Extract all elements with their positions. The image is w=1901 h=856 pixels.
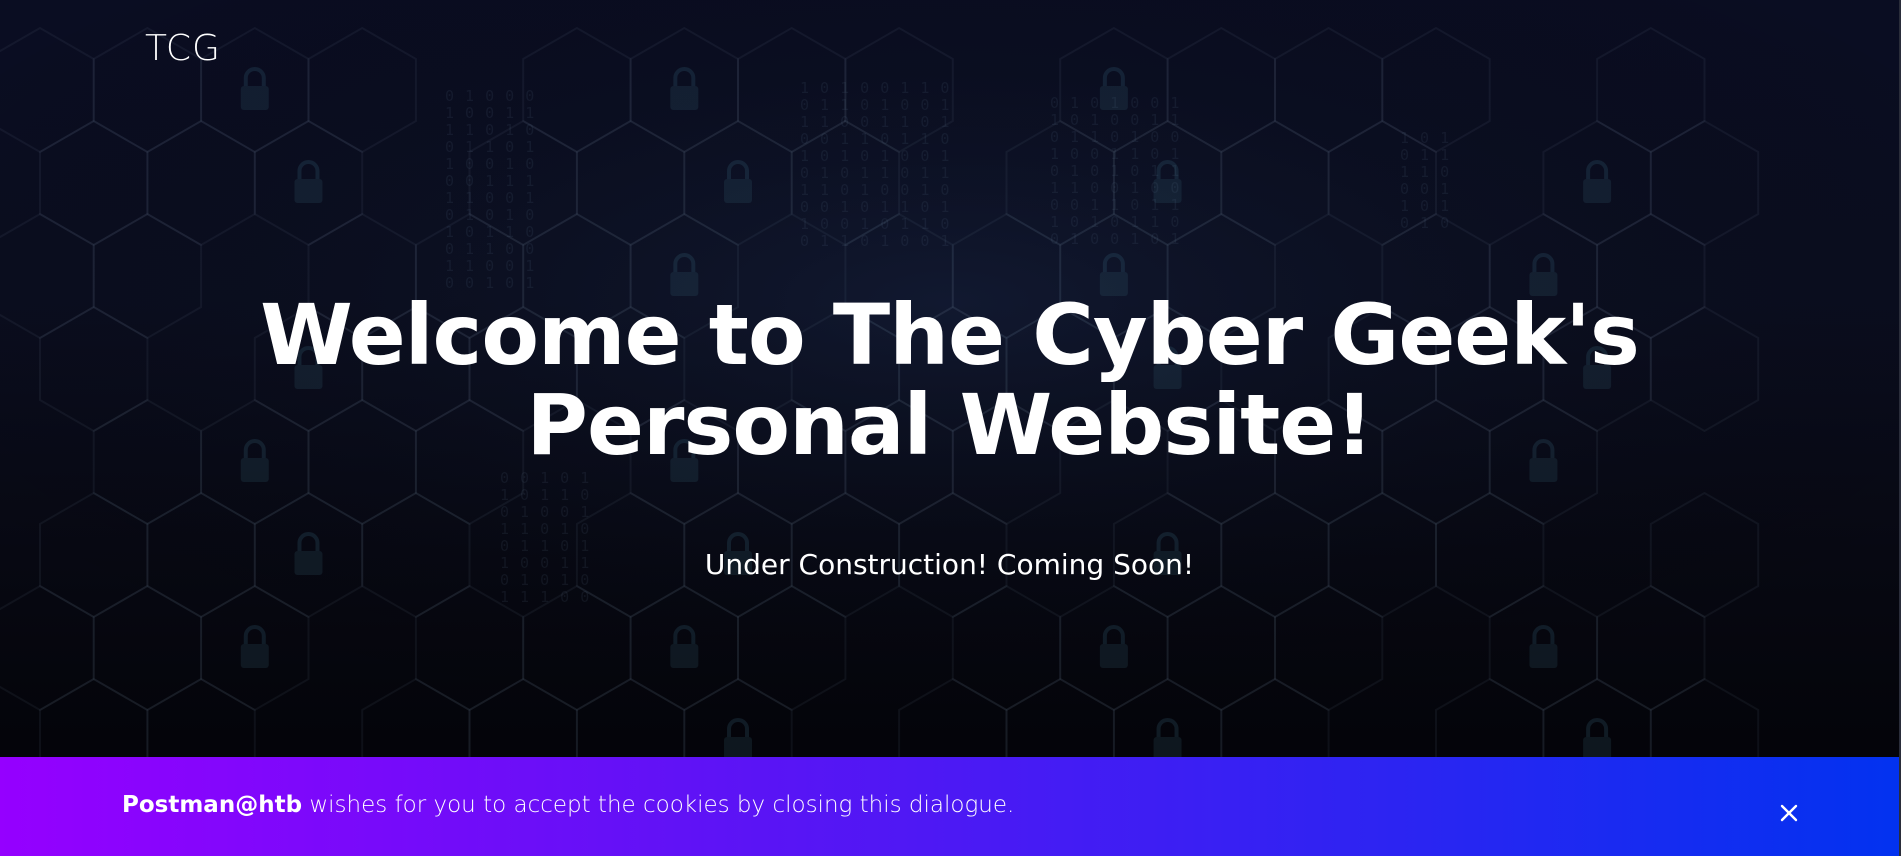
binary-code-column: 0 1 0 1 0 0 1 1 0 1 0 0 1 1 0 1 1 0 1 0 … xyxy=(1050,94,1181,248)
cookie-sender: Postman@htb xyxy=(122,792,303,818)
cookie-message: Postman@htb wishes for you to accept the… xyxy=(122,790,1014,820)
binary-code-column: 1 0 1 0 1 1 1 1 0 0 0 1 1 0 1 0 1 0 xyxy=(1400,129,1451,232)
hero-subtitle: Under Construction! Coming Soon! xyxy=(704,548,1195,581)
site-logo[interactable]: TCG xyxy=(145,27,221,71)
binary-code-column: 1 0 1 0 0 1 1 0 0 1 1 0 1 0 0 1 1 1 0 0 … xyxy=(800,79,951,250)
binary-code-column: 0 1 0 0 0 1 0 0 1 1 1 1 0 1 0 0 1 1 0 1 … xyxy=(445,87,536,292)
close-cookie-button[interactable] xyxy=(1772,796,1806,830)
hero-title: Welcome to The Cyber Geek's Personal Web… xyxy=(260,286,1640,474)
page: 0 1 0 0 0 1 0 0 1 1 1 1 0 1 0 0 1 1 0 1 … xyxy=(0,0,1901,856)
hero-section: Welcome to The Cyber Geek's Personal Web… xyxy=(0,290,1899,582)
close-icon xyxy=(1780,804,1798,822)
cookie-message-text: wishes for you to accept the cookies by … xyxy=(302,792,1015,818)
cookie-banner: Postman@htb wishes for you to accept the… xyxy=(0,757,1899,856)
